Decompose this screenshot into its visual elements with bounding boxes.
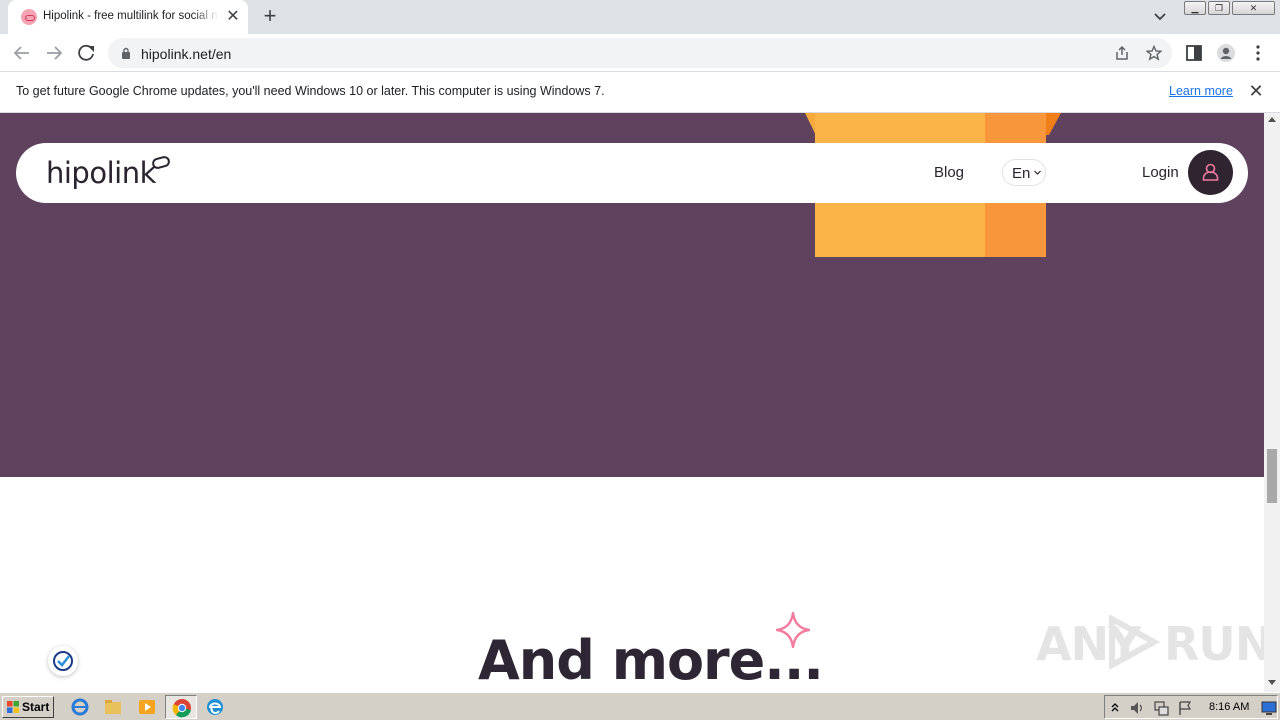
media-player-icon[interactable] <box>137 697 157 717</box>
forward-arrow-icon[interactable] <box>41 40 67 66</box>
infobar-close-button[interactable]: ✕ <box>1247 82 1265 100</box>
window-restore-button[interactable]: ❐ <box>1208 1 1230 15</box>
start-label: Start <box>22 700 50 714</box>
tray-expand-chevron-icon[interactable] <box>1110 701 1120 713</box>
verified-badge-button[interactable] <box>48 646 78 676</box>
scroll-up-arrow-icon[interactable] <box>1268 117 1276 122</box>
nav-blog-link[interactable]: Blog <box>934 164 964 181</box>
page-viewport: hipolink Blog En Login And more... ANY R… <box>0 113 1264 692</box>
file-explorer-icon[interactable] <box>103 697 123 717</box>
profile-icon[interactable] <box>1216 43 1236 63</box>
chrome-icon <box>172 699 191 718</box>
edge-icon[interactable] <box>205 697 225 717</box>
site-header: hipolink Blog En Login <box>16 143 1248 203</box>
chevron-down-icon <box>1034 170 1041 175</box>
user-icon <box>1202 163 1219 181</box>
infobar-message: To get future Google Chrome updates, you… <box>16 84 605 98</box>
url-text: hipolink.net/en <box>141 46 232 62</box>
windows-flag-icon <box>7 701 19 713</box>
language-selector[interactable]: En <box>1002 159 1046 186</box>
language-label: En <box>1012 165 1031 182</box>
window-minimize-button[interactable]: ▁ <box>1184 1 1206 15</box>
chrome-taskbar-button[interactable] <box>165 695 197 719</box>
update-infobar: To get future Google Chrome updates, you… <box>0 72 1280 113</box>
more-menu-icon[interactable] <box>1248 43 1268 63</box>
action-center-flag-icon[interactable] <box>1177 700 1193 716</box>
system-tray: 8:16 AM <box>1104 695 1278 719</box>
window-close-button[interactable]: ✕ <box>1232 1 1275 15</box>
address-bar[interactable]: hipolink.net/en <box>108 38 1172 68</box>
taskbar-clock[interactable]: 8:16 AM <box>1209 701 1249 713</box>
hipolink-favicon-icon <box>21 9 37 25</box>
page-scrollbar[interactable] <box>1264 113 1280 692</box>
tab-strip: Hipolink - free multilink for social net… <box>0 0 1280 34</box>
start-button[interactable]: Start <box>2 696 54 718</box>
back-arrow-icon[interactable] <box>9 40 35 66</box>
show-desktop-icon[interactable] <box>1261 700 1277 716</box>
user-avatar-button[interactable] <box>1188 150 1233 195</box>
internet-explorer-icon[interactable] <box>70 697 90 717</box>
section-title: And more... <box>478 629 824 692</box>
reload-icon[interactable] <box>73 40 99 66</box>
login-link[interactable]: Login <box>1142 164 1179 181</box>
checkmark-icon <box>53 651 73 671</box>
network-icon[interactable] <box>1153 700 1169 716</box>
anyrun-watermark: ANY RUN <box>1036 609 1264 671</box>
new-tab-button[interactable]: + <box>258 5 282 29</box>
watermark-text-right: RUN <box>1164 617 1264 671</box>
hipolink-logo[interactable]: hipolink <box>46 156 156 190</box>
tab-title: Hipolink - free multilink for social net… <box>43 10 219 22</box>
windows-taskbar: Start 8:16 AM <box>0 692 1280 720</box>
learn-more-link[interactable]: Learn more <box>1169 84 1233 98</box>
play-logo-icon <box>1109 615 1161 669</box>
browser-tab[interactable]: Hipolink - free multilink for social net… <box>8 0 248 34</box>
scroll-thumb[interactable] <box>1267 449 1277 503</box>
tab-close-button[interactable]: ✕ <box>225 9 241 25</box>
bookmark-star-icon[interactable] <box>1146 45 1162 61</box>
side-panel-icon[interactable] <box>1184 43 1204 63</box>
volume-icon[interactable] <box>1129 700 1145 716</box>
share-icon[interactable] <box>1114 45 1130 61</box>
lock-icon <box>122 47 130 59</box>
scroll-down-arrow-icon[interactable] <box>1268 680 1276 685</box>
tab-search-chevron-icon[interactable] <box>1152 10 1168 24</box>
browser-toolbar: hipolink.net/en <box>0 34 1280 72</box>
